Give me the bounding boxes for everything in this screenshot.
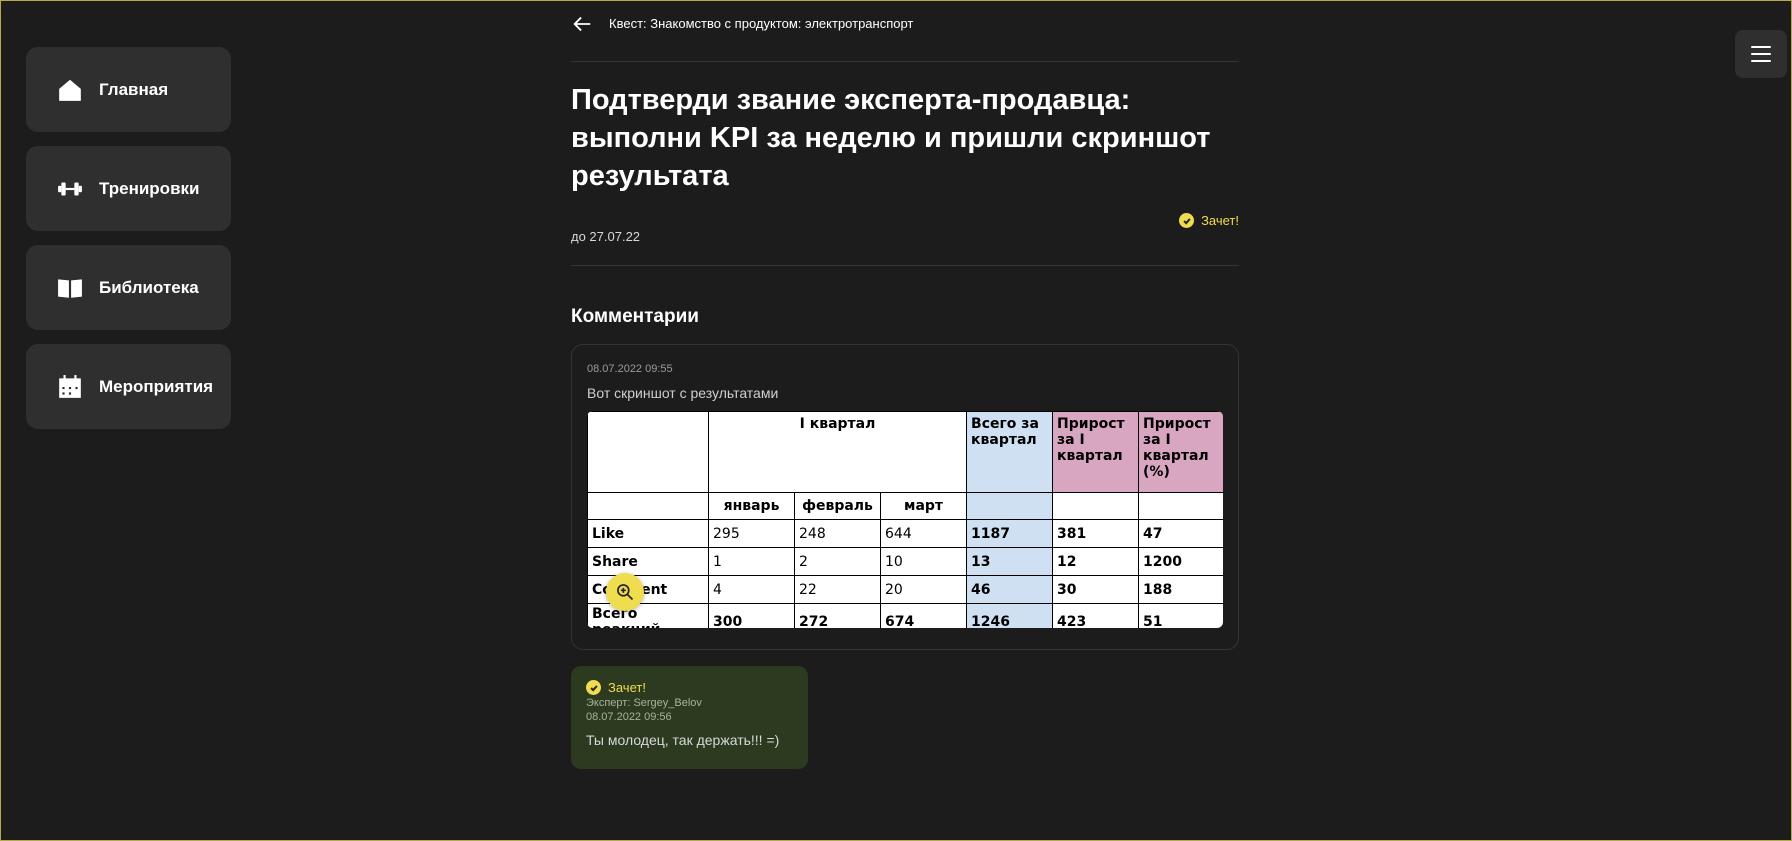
table-cell: 51 — [1138, 603, 1223, 628]
table-cell: 381 — [1052, 519, 1140, 548]
table-header-month: март — [879, 492, 968, 520]
sidebar-item-label: Главная — [99, 79, 169, 99]
review-status-label: Зачет! — [608, 680, 646, 695]
expert-review-card: Зачет! Эксперт: Sergey_Belov 08.07.2022 … — [571, 666, 808, 769]
table-cell — [966, 492, 1054, 520]
breadcrumb: Квест: Знакомство с продуктом: электротр… — [609, 16, 914, 31]
table-row: январь февраль март — [587, 492, 1223, 520]
sidebar-item-label: Мероприятия — [99, 376, 214, 396]
page-title: Подтверди звание эксперта-продавца: выпо… — [571, 84, 1211, 192]
table-cell: 1 — [708, 547, 795, 576]
table-cell: 1187 — [966, 519, 1054, 548]
comments-title: Комментарии — [571, 306, 699, 327]
table-cell: 30 — [1052, 575, 1140, 604]
attached-screenshot[interactable]: I квартал Всего за квартал Прирост за I … — [587, 411, 1223, 628]
table-cell — [1138, 492, 1223, 520]
review-date: 08.07.2022 09:56 — [586, 711, 672, 723]
review-expert: Эксперт: Sergey_Belov — [586, 697, 702, 709]
back-arrow-icon[interactable] — [571, 12, 595, 36]
calendar-icon — [56, 373, 84, 401]
row-label: Share — [587, 547, 709, 576]
table-cell: 20 — [879, 575, 968, 604]
row-label: Like — [587, 519, 709, 548]
sidebar: Главная Тренировки Библиотека Мероприяти… — [26, 47, 231, 443]
review-status: Зачет! — [586, 680, 793, 695]
table-cell: 12 — [1052, 547, 1140, 576]
table-cell — [587, 411, 709, 493]
table-cell: 644 — [879, 519, 968, 548]
table-header-growth: Прирост за I квартал — [1052, 411, 1140, 493]
status-badge: Зачет! — [1179, 213, 1239, 228]
table-cell: 295 — [708, 519, 795, 548]
zoom-in-button[interactable] — [606, 573, 644, 611]
task-meta: до 27.07.22 Зачет! — [571, 195, 1239, 265]
kpi-table: I квартал Всего за квартал Прирост за I … — [587, 411, 1223, 628]
book-icon — [56, 274, 84, 302]
main-content: Квест: Знакомство с продуктом: электротр… — [571, 0, 1239, 769]
table-cell: 1200 — [1138, 547, 1223, 576]
table-header-total: Всего за квартал — [966, 411, 1054, 493]
table-cell: 423 — [1052, 603, 1140, 628]
table-cell: 46 — [966, 575, 1054, 604]
check-icon — [1179, 213, 1195, 228]
table-header-month: февраль — [794, 492, 881, 520]
table-cell — [587, 492, 709, 520]
table-header-quarter: I квартал — [707, 411, 968, 493]
review-text: Ты молодец, так держать!!! =) — [586, 732, 780, 748]
comment-card: 08.07.2022 09:55 Вот скриншот с результа… — [571, 344, 1239, 650]
dumbbell-icon — [56, 175, 84, 203]
table-cell: 22 — [794, 575, 881, 604]
table-header-month: январь — [708, 492, 795, 520]
sidebar-item-library[interactable]: Библиотека — [26, 245, 231, 330]
table-cell: 674 — [879, 603, 968, 628]
table-row: Всего реакций 300 272 674 1246 423 51 — [587, 603, 1223, 628]
table-cell: 188 — [1138, 575, 1223, 604]
table-cell: 10 — [879, 547, 968, 576]
table-header-growth-pct: Прирост за I квартал (%) — [1138, 411, 1223, 493]
table-cell: 300 — [708, 603, 795, 628]
check-icon — [586, 680, 601, 695]
table-row: Like 295 248 644 1187 381 47 — [587, 519, 1223, 548]
home-icon — [56, 76, 84, 104]
divider — [571, 265, 1239, 266]
sidebar-item-events[interactable]: Мероприятия — [26, 344, 231, 429]
table-cell: 272 — [794, 603, 881, 628]
sidebar-item-home[interactable]: Главная — [26, 47, 231, 132]
topbar: Квест: Знакомство с продуктом: электротр… — [571, 0, 1239, 47]
table-cell: 1246 — [966, 603, 1054, 628]
table-cell: 248 — [794, 519, 881, 548]
menu-button[interactable] — [1735, 30, 1787, 78]
status-label: Зачет! — [1201, 213, 1239, 228]
table-cell — [1052, 492, 1140, 520]
row-label: Всего реакций — [587, 603, 709, 628]
comment-date: 08.07.2022 09:55 — [587, 363, 673, 375]
hamburger-icon — [1751, 46, 1771, 62]
table-cell: 47 — [1138, 519, 1223, 548]
comment-text: Вот скриншот с результатами — [587, 385, 779, 401]
sidebar-item-label: Тренировки — [99, 178, 200, 198]
zoom-in-icon — [617, 584, 634, 601]
sidebar-item-label: Библиотека — [99, 277, 199, 297]
table-cell: 13 — [966, 547, 1054, 576]
table-row: I квартал Всего за квартал Прирост за I … — [587, 411, 1223, 493]
table-row: Comment 4 22 20 46 30 188 — [587, 575, 1223, 604]
sidebar-item-trainings[interactable]: Тренировки — [26, 146, 231, 231]
table-cell: 4 — [708, 575, 795, 604]
table-cell: 2 — [794, 547, 881, 576]
deadline-text: до 27.07.22 — [571, 229, 641, 244]
divider — [571, 61, 1239, 62]
table-row: Share 1 2 10 13 12 1200 — [587, 547, 1223, 576]
